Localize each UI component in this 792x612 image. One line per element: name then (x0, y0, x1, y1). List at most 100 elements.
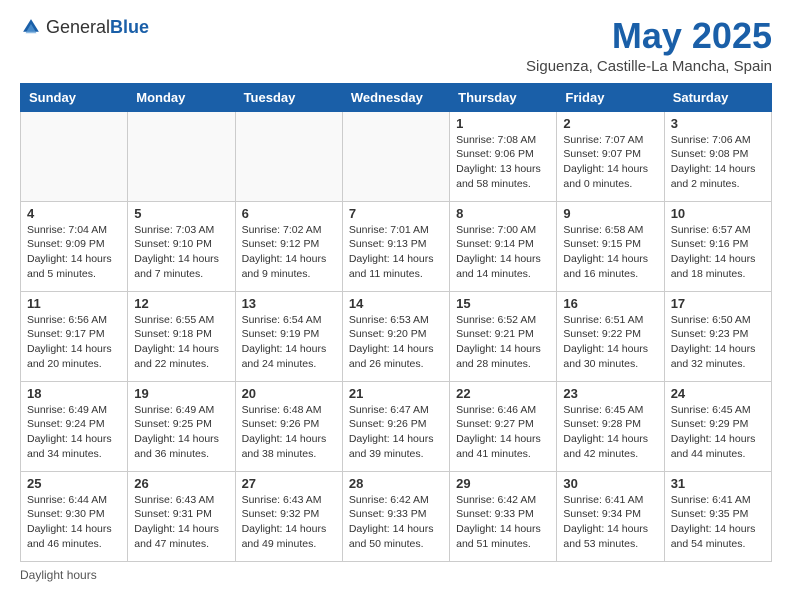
table-row: 16 Sunrise: 6:51 AM Sunset: 9:22 PM Dayli… (557, 291, 664, 381)
day-info: Sunrise: 6:52 AM Sunset: 9:21 PM Dayligh… (456, 313, 550, 372)
table-row: 4 Sunrise: 7:04 AM Sunset: 9:09 PM Daylig… (21, 201, 128, 291)
day-number: 30 (563, 476, 657, 491)
col-tuesday: Tuesday (235, 83, 342, 111)
table-row: 22 Sunrise: 6:46 AM Sunset: 9:27 PM Dayli… (450, 381, 557, 471)
day-info: Sunrise: 6:43 AM Sunset: 9:32 PM Dayligh… (242, 493, 336, 552)
col-monday: Monday (128, 83, 235, 111)
day-number: 29 (456, 476, 550, 491)
week-row-2: 11Sunrise: 6:56 AM Sunset: 9:17 PM Dayli… (21, 291, 772, 381)
day-info: Sunrise: 7:02 AM Sunset: 9:12 PM Dayligh… (242, 223, 336, 282)
table-row: 1 Sunrise: 7:08 AM Sunset: 9:06 PM Daylig… (450, 111, 557, 201)
table-row: 18 Sunrise: 6:49 AM Sunset: 9:24 PM Dayli… (21, 381, 128, 471)
page: GeneralBlue May 2025 Siguenza, Castille-… (0, 0, 792, 598)
table-row: 8 Sunrise: 7:00 AM Sunset: 9:14 PM Daylig… (450, 201, 557, 291)
day-number: 20 (242, 386, 336, 401)
table-row: 14 Sunrise: 6:53 AM Sunset: 9:20 PM Dayli… (342, 291, 449, 381)
table-row: 23 Sunrise: 6:45 AM Sunset: 9:28 PM Dayli… (557, 381, 664, 471)
day-info: Sunrise: 6:41 AM Sunset: 9:35 PM Dayligh… (671, 493, 765, 552)
logo: GeneralBlue (20, 16, 149, 38)
col-saturday: Saturday (664, 83, 771, 111)
day-info: Sunrise: 6:41 AM Sunset: 9:34 PM Dayligh… (563, 493, 657, 552)
logo-general: General (46, 17, 110, 37)
day-info: Sunrise: 6:58 AM Sunset: 9:15 PM Dayligh… (563, 223, 657, 282)
day-number: 10 (671, 206, 765, 221)
day-info: Sunrise: 7:03 AM Sunset: 9:10 PM Dayligh… (134, 223, 228, 282)
table-row: 6 Sunrise: 7:02 AM Sunset: 9:12 PM Daylig… (235, 201, 342, 291)
location: Siguenza, Castille-La Mancha, Spain (526, 58, 772, 75)
table-row: 19 Sunrise: 6:49 AM Sunset: 9:25 PM Dayli… (128, 381, 235, 471)
day-info: Sunrise: 6:46 AM Sunset: 9:27 PM Dayligh… (456, 403, 550, 462)
day-info: Sunrise: 7:04 AM Sunset: 9:09 PM Dayligh… (27, 223, 121, 282)
day-info: Sunrise: 7:00 AM Sunset: 9:14 PM Dayligh… (456, 223, 550, 282)
table-row: 7 Sunrise: 7:01 AM Sunset: 9:13 PM Daylig… (342, 201, 449, 291)
day-number: 19 (134, 386, 228, 401)
table-row: 20 Sunrise: 6:48 AM Sunset: 9:26 PM Dayli… (235, 381, 342, 471)
day-info: Sunrise: 7:06 AM Sunset: 9:08 PM Dayligh… (671, 133, 765, 192)
day-number: 14 (349, 296, 443, 311)
table-row: 31 Sunrise: 6:41 AM Sunset: 9:35 PM Dayli… (664, 471, 771, 561)
title-block: May 2025 Siguenza, Castille-La Mancha, S… (526, 16, 772, 75)
day-info: Sunrise: 6:57 AM Sunset: 9:16 PM Dayligh… (671, 223, 765, 282)
day-number: 21 (349, 386, 443, 401)
week-row-3: 18 Sunrise: 6:49 AM Sunset: 9:24 PM Dayli… (21, 381, 772, 471)
week-row-0: 1 Sunrise: 7:08 AM Sunset: 9:06 PM Daylig… (21, 111, 772, 201)
table-row: 11Sunrise: 6:56 AM Sunset: 9:17 PM Dayli… (21, 291, 128, 381)
table-row: 10 Sunrise: 6:57 AM Sunset: 9:16 PM Dayli… (664, 201, 771, 291)
day-number: 6 (242, 206, 336, 221)
day-info: Sunrise: 6:49 AM Sunset: 9:24 PM Dayligh… (27, 403, 121, 462)
day-number: 31 (671, 476, 765, 491)
day-info: Sunrise: 6:53 AM Sunset: 9:20 PM Dayligh… (349, 313, 443, 372)
table-row: 17Sunrise: 6:50 AM Sunset: 9:23 PM Dayli… (664, 291, 771, 381)
month-title: May 2025 (526, 16, 772, 56)
logo-text: GeneralBlue (46, 17, 149, 38)
footer-note: Daylight hours (20, 568, 772, 582)
day-info: Sunrise: 7:01 AM Sunset: 9:13 PM Dayligh… (349, 223, 443, 282)
table-row: 27Sunrise: 6:43 AM Sunset: 9:32 PM Dayli… (235, 471, 342, 561)
day-number: 8 (456, 206, 550, 221)
col-wednesday: Wednesday (342, 83, 449, 111)
table-row: 28Sunrise: 6:42 AM Sunset: 9:33 PM Dayli… (342, 471, 449, 561)
day-number: 3 (671, 116, 765, 131)
col-thursday: Thursday (450, 83, 557, 111)
day-number: 17 (671, 296, 765, 311)
logo-icon (20, 16, 42, 38)
day-info: Sunrise: 6:45 AM Sunset: 9:28 PM Dayligh… (563, 403, 657, 462)
day-number: 26 (134, 476, 228, 491)
day-info: Sunrise: 6:56 AM Sunset: 9:17 PM Dayligh… (27, 313, 121, 372)
day-info: Sunrise: 6:42 AM Sunset: 9:33 PM Dayligh… (456, 493, 550, 552)
table-row: 12Sunrise: 6:55 AM Sunset: 9:18 PM Dayli… (128, 291, 235, 381)
table-row: 5 Sunrise: 7:03 AM Sunset: 9:10 PM Daylig… (128, 201, 235, 291)
table-row (128, 111, 235, 201)
col-friday: Friday (557, 83, 664, 111)
day-number: 1 (456, 116, 550, 131)
table-row: 9 Sunrise: 6:58 AM Sunset: 9:15 PM Daylig… (557, 201, 664, 291)
day-info: Sunrise: 6:45 AM Sunset: 9:29 PM Dayligh… (671, 403, 765, 462)
week-row-1: 4 Sunrise: 7:04 AM Sunset: 9:09 PM Daylig… (21, 201, 772, 291)
table-row (235, 111, 342, 201)
day-info: Sunrise: 6:55 AM Sunset: 9:18 PM Dayligh… (134, 313, 228, 372)
day-number: 13 (242, 296, 336, 311)
week-row-4: 25Sunrise: 6:44 AM Sunset: 9:30 PM Dayli… (21, 471, 772, 561)
table-row: 24 Sunrise: 6:45 AM Sunset: 9:29 PM Dayli… (664, 381, 771, 471)
day-number: 16 (563, 296, 657, 311)
day-info: Sunrise: 6:51 AM Sunset: 9:22 PM Dayligh… (563, 313, 657, 372)
day-number: 22 (456, 386, 550, 401)
table-row (342, 111, 449, 201)
day-info: Sunrise: 6:49 AM Sunset: 9:25 PM Dayligh… (134, 403, 228, 462)
day-info: Sunrise: 7:08 AM Sunset: 9:06 PM Dayligh… (456, 133, 550, 192)
day-number: 23 (563, 386, 657, 401)
table-row: 2Sunrise: 7:07 AM Sunset: 9:07 PM Daylig… (557, 111, 664, 201)
table-row: 26Sunrise: 6:43 AM Sunset: 9:31 PM Dayli… (128, 471, 235, 561)
day-number: 24 (671, 386, 765, 401)
day-number: 18 (27, 386, 121, 401)
day-number: 25 (27, 476, 121, 491)
header-row: Sunday Monday Tuesday Wednesday Thursday… (21, 83, 772, 111)
day-info: Sunrise: 6:48 AM Sunset: 9:26 PM Dayligh… (242, 403, 336, 462)
day-number: 7 (349, 206, 443, 221)
day-number: 4 (27, 206, 121, 221)
table-row: 13Sunrise: 6:54 AM Sunset: 9:19 PM Dayli… (235, 291, 342, 381)
table-row: 30 Sunrise: 6:41 AM Sunset: 9:34 PM Dayli… (557, 471, 664, 561)
day-number: 28 (349, 476, 443, 491)
day-number: 5 (134, 206, 228, 221)
day-number: 9 (563, 206, 657, 221)
